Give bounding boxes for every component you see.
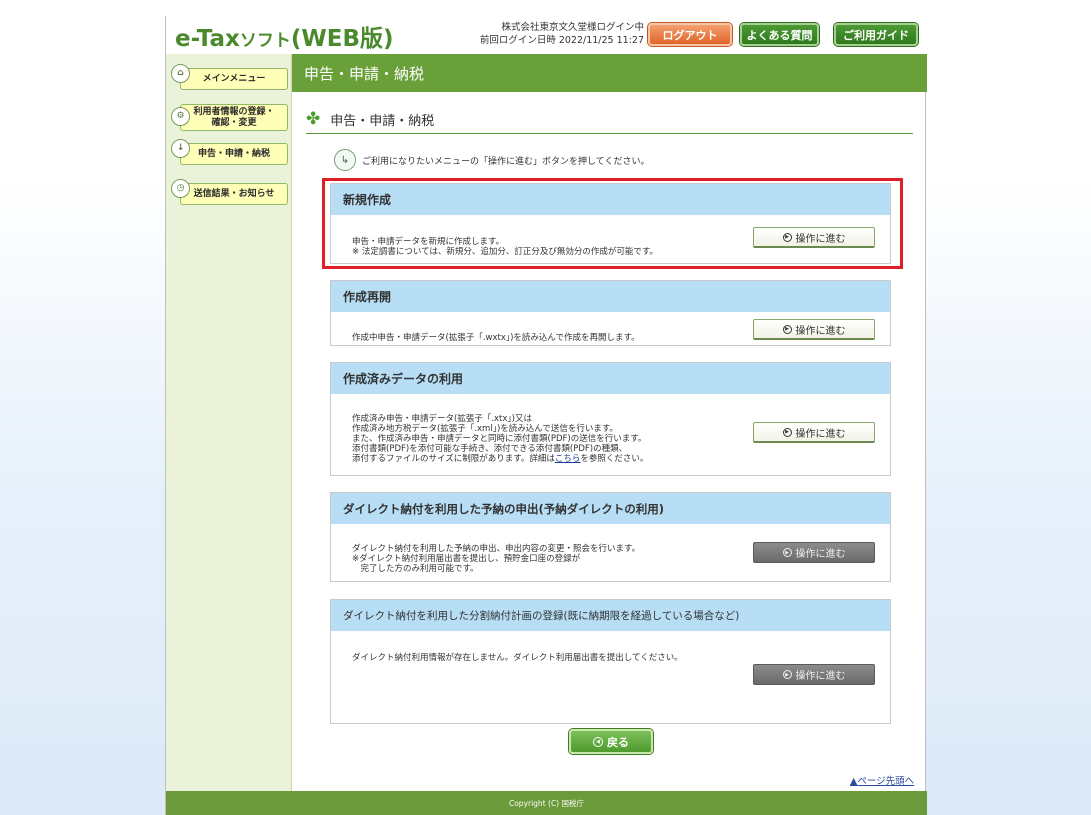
play-icon: ▶ <box>782 324 792 334</box>
settings-icon: ⚙ <box>171 107 190 126</box>
play-icon: ▶ <box>782 548 792 557</box>
sidebar: ⌂ メインメニュー ⚙ 利用者情報の登録・ 確認・変更 ↓ 申告・申請・納税 ◷… <box>166 54 292 791</box>
panel-direct-prepay: ダイレクト納付を利用した予納の申出(予納ダイレクトの利用) ダイレクト納付を利用… <box>330 492 891 582</box>
proceed-button-disabled[interactable]: ▶ 操作に進む <box>753 664 875 685</box>
back-label: 戻る <box>607 735 629 749</box>
arrow-icon: ↳ <box>334 149 356 171</box>
panel-title: 作成済みデータの利用 <box>331 363 890 394</box>
sidebar-item-label: 送信結果・お知らせ <box>193 188 275 199</box>
guide-button[interactable]: ご利用ガイド <box>834 23 918 46</box>
panel-description: 作成中申告・申請データ(拡張子「.wxtx」)を読み込んで作成を再開します。 <box>352 333 640 343</box>
copyright-text: Copyright (C) 国税庁 <box>508 798 584 808</box>
panel-description: ダイレクト納付を利用した予納の申出、申出内容の変更・照会を行います。 ※ダイレク… <box>352 544 641 574</box>
footer: Copyright (C) 国税庁 <box>166 791 927 815</box>
panel-title: ダイレクト納付を利用した予納の申出(予納ダイレクトの利用) <box>331 493 890 524</box>
back-button[interactable]: ◀ 戻る <box>569 729 653 754</box>
sidebar-item-label: メインメニュー <box>202 73 266 84</box>
user-info: 株式会社東京文久堂様ログイン中 前回ログイン日時 2022/11/25 11:2… <box>448 21 644 47</box>
proceed-label: 操作に進む <box>795 428 846 440</box>
document-icon: ↓ <box>171 139 190 158</box>
sidebar-item-filing[interactable]: ↓ 申告・申請・納税 <box>171 139 288 165</box>
header: e-Taxソフト(WEB版) 株式会社東京文久堂様ログイン中 前回ログイン日時 … <box>166 16 927 54</box>
proceed-label: 操作に進む <box>795 325 846 337</box>
panel-description-tail: を参照ください。 <box>580 454 649 464</box>
proceed-label: 操作に進む <box>795 671 846 682</box>
sidebar-item-results[interactable]: ◷ 送信結果・お知らせ <box>171 179 288 205</box>
play-icon: ▶ <box>782 427 792 437</box>
page-top-label: ページ先頭へ <box>857 776 915 787</box>
panel-body: ダイレクト納付利用情報が存在しません。ダイレクト利用届出書を提出してください。 <box>331 631 890 663</box>
instruction: ↳ ご利用になりたいメニューの「操作に進む」ボタンを押してください。 <box>334 149 649 171</box>
clock-icon: ◷ <box>171 179 190 198</box>
panel-direct-installment: ダイレクト納付を利用した分割納付計画の登録(既に納期限を経過している場合など) … <box>330 599 891 724</box>
details-link[interactable]: こちら <box>555 454 581 464</box>
divider <box>306 133 913 134</box>
page-top-link[interactable]: ▲ページ先頭へ <box>850 773 914 787</box>
panel-existing-data: 作成済みデータの利用 作成済み申告・申請データ(拡張子「.xtx」)又は 作成済… <box>330 362 891 476</box>
section-heading: ✤ 申告・申請・納税 <box>306 109 434 129</box>
sidebar-item-label: 利用者情報の登録・ 確認・変更 <box>193 106 275 128</box>
last-login-text: 前回ログイン日時 2022/11/25 11:27 <box>479 35 644 46</box>
sidebar-item-main-menu[interactable]: ⌂ メインメニュー <box>171 64 288 90</box>
panel-title: 作成再開 <box>331 281 890 312</box>
logout-button[interactable]: ログアウト <box>648 23 732 46</box>
section-heading-text: 申告・申請・納税 <box>330 113 435 129</box>
etax-logo: e-Taxソフト(WEB版) <box>175 26 394 52</box>
panel-resume: 作成再開 作成中申告・申請データ(拡張子「.wxtx」)を読み込んで作成を再開し… <box>330 280 891 346</box>
clover-icon: ✤ <box>306 109 321 129</box>
home-icon: ⌂ <box>171 64 190 83</box>
app-frame: e-Taxソフト(WEB版) 株式会社東京文久堂様ログイン中 前回ログイン日時 … <box>165 16 927 815</box>
panel-title: ダイレクト納付を利用した分割納付計画の登録(既に納期限を経過している場合など) <box>331 600 890 631</box>
sidebar-item-label: 申告・申請・納税 <box>197 148 270 159</box>
proceed-button[interactable]: ▶ 操作に進む <box>753 422 875 443</box>
page-title: 申告・申請・納税 <box>292 54 927 92</box>
play-icon: ▶ <box>782 670 792 679</box>
faq-button[interactable]: よくある質問 <box>740 23 819 46</box>
login-user-text: 株式会社東京文久堂様ログイン中 <box>501 22 644 33</box>
panel-description: ダイレクト納付利用情報が存在しません。ダイレクト利用届出書を提出してください。 <box>352 653 683 663</box>
back-icon: ◀ <box>593 736 603 747</box>
highlight-box <box>322 178 903 269</box>
proceed-button[interactable]: ▶ 操作に進む <box>753 319 875 340</box>
instruction-text: ご利用になりたいメニューの「操作に進む」ボタンを押してください。 <box>362 156 650 167</box>
proceed-label: 操作に進む <box>795 549 846 560</box>
sidebar-item-user-info[interactable]: ⚙ 利用者情報の登録・ 確認・変更 <box>171 104 288 131</box>
proceed-button-disabled[interactable]: ▶ 操作に進む <box>753 542 875 563</box>
